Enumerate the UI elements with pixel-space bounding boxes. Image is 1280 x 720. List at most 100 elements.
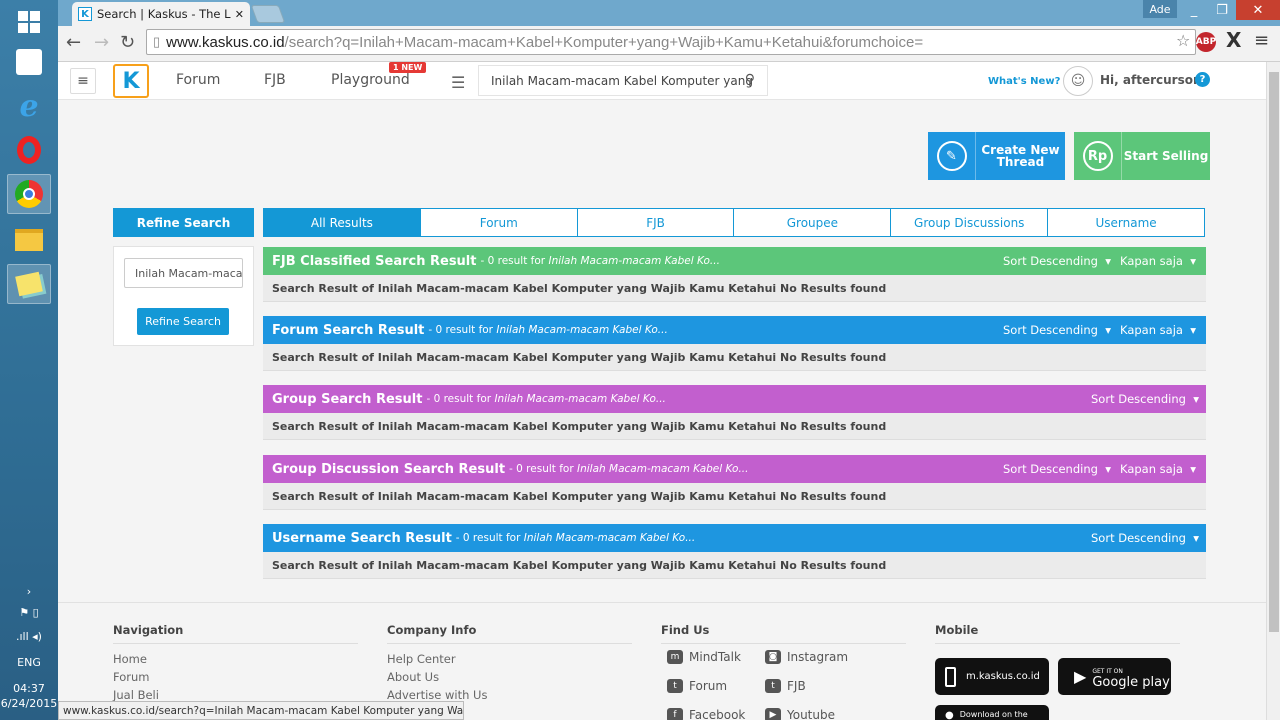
action-center-icon[interactable]: ⚑ ▯ bbox=[0, 606, 58, 619]
page-scrollbar[interactable] bbox=[1266, 62, 1280, 720]
tab-groupee[interactable]: Groupee bbox=[733, 209, 890, 236]
whats-new-link[interactable]: What's New? bbox=[988, 76, 1060, 87]
sort-dropdown[interactable]: Sort Descending ▾ bbox=[1003, 323, 1111, 337]
browser-chrome: K Search | Kaskus - The Larg ✕ Ade _ ❐ ✕… bbox=[58, 0, 1280, 62]
list-menu-icon[interactable]: ☰ bbox=[451, 73, 465, 92]
internet-explorer-icon[interactable]: e bbox=[7, 86, 51, 126]
result-body: Search Result of Inilah Macam-macam Kabe… bbox=[263, 344, 1206, 371]
pencil-icon: ✎ bbox=[928, 132, 976, 180]
result-header: Forum Search Result - 0 result for Inila… bbox=[263, 316, 1206, 344]
start-button[interactable] bbox=[7, 2, 51, 42]
clock-date[interactable]: 6/24/2015 bbox=[0, 697, 58, 710]
file-explorer-icon[interactable] bbox=[7, 220, 51, 260]
result-header: FJB Classified Search Result - 0 result … bbox=[263, 247, 1206, 275]
footer-link-about[interactable]: About Us bbox=[387, 670, 632, 688]
reload-icon[interactable]: ↻ bbox=[120, 32, 135, 53]
tab-fjb[interactable]: FJB bbox=[576, 209, 734, 236]
footer-heading: Navigation bbox=[113, 623, 358, 644]
result-title: Username Search Result bbox=[272, 530, 452, 546]
search-icon[interactable]: ⚲ bbox=[745, 72, 755, 88]
chrome-menu-icon[interactable]: ≡ bbox=[1254, 30, 1269, 51]
app-store-button[interactable]: ● Download on the bbox=[935, 705, 1049, 720]
google-play-button[interactable]: ▶ GET IT ON Google play bbox=[1058, 658, 1171, 695]
time-dropdown[interactable]: Kapan saja ▾ bbox=[1120, 323, 1196, 337]
social-fjb-twitter[interactable]: t FJB bbox=[765, 679, 806, 693]
new-tab-button[interactable] bbox=[250, 5, 286, 23]
extension-x-icon[interactable]: X bbox=[1226, 28, 1241, 52]
result-body: Search Result of Inilah Macam-macam Kabe… bbox=[263, 275, 1206, 302]
facebook-icon: f bbox=[667, 708, 683, 720]
phone-icon bbox=[945, 666, 956, 687]
kaskus-logo-icon[interactable]: K bbox=[113, 64, 149, 98]
help-icon[interactable]: ? bbox=[1195, 72, 1210, 87]
sort-dropdown[interactable]: Sort Descending ▾ bbox=[1003, 254, 1111, 268]
tab-all-results[interactable]: All Results bbox=[264, 209, 420, 236]
tab-group-discussions[interactable]: Group Discussions bbox=[890, 209, 1047, 236]
profile-name[interactable]: Ade bbox=[1143, 0, 1177, 18]
network-volume-icon[interactable]: .ıll ◂) bbox=[0, 630, 58, 643]
forward-icon[interactable]: → bbox=[94, 32, 109, 53]
back-icon[interactable]: ← bbox=[66, 32, 81, 53]
minimize-icon[interactable]: _ bbox=[1180, 0, 1208, 20]
bookmark-star-icon[interactable]: ☆ bbox=[1176, 31, 1190, 50]
nav-forum[interactable]: Forum bbox=[176, 72, 220, 88]
scrollbar-thumb[interactable] bbox=[1269, 72, 1279, 632]
tab-close-icon[interactable]: ✕ bbox=[235, 8, 244, 21]
social-forum-twitter[interactable]: t Forum bbox=[667, 679, 727, 693]
clock-time[interactable]: 04:37 bbox=[0, 682, 58, 695]
start-selling-button[interactable]: Rp Start Selling bbox=[1074, 132, 1210, 180]
time-dropdown[interactable]: Kapan saja ▾ bbox=[1120, 462, 1196, 476]
sort-dropdown[interactable]: Sort Descending ▾ bbox=[1003, 462, 1111, 476]
nav-fjb[interactable]: FJB bbox=[264, 72, 286, 88]
sort-dropdown[interactable]: Sort Descending ▾ bbox=[1091, 392, 1199, 406]
refine-search-button[interactable]: Refine Search bbox=[137, 308, 229, 335]
language-indicator[interactable]: ENG bbox=[0, 656, 58, 669]
user-greeting[interactable]: Hi, aftercursor bbox=[1100, 73, 1199, 87]
result-header: Group Search Result - 0 result for Inila… bbox=[263, 385, 1206, 413]
window-controls: _ ❐ ✕ bbox=[1180, 0, 1280, 20]
social-mindtalk[interactable]: m MindTalk bbox=[667, 650, 741, 664]
tab-username[interactable]: Username bbox=[1047, 209, 1204, 236]
apps-tile-icon[interactable] bbox=[7, 42, 51, 82]
google-play-icon: ▶ bbox=[1074, 667, 1087, 686]
opera-icon[interactable] bbox=[7, 130, 51, 170]
address-bar[interactable]: ▯ www.kaskus.co.id/search?q=Inilah+Macam… bbox=[146, 29, 1196, 55]
footer-link-forum[interactable]: Forum bbox=[113, 670, 358, 688]
sort-dropdown[interactable]: Sort Descending ▾ bbox=[1091, 531, 1199, 545]
refine-search-input[interactable]: Inilah Macam-macam bbox=[124, 258, 243, 288]
url-host: www.kaskus.co.id bbox=[166, 33, 285, 51]
windows-taskbar: e › ⚑ ▯ .ıll ◂) ENG 04:37 6/24/2015 bbox=[0, 0, 58, 720]
header-search-input[interactable]: Inilah Macam-macam Kabel Komputer yang ⚲ bbox=[478, 65, 768, 96]
menu-toggle-icon[interactable]: ≡ bbox=[70, 68, 96, 94]
social-facebook[interactable]: f Facebook bbox=[667, 708, 745, 720]
chrome-icon[interactable] bbox=[7, 174, 51, 214]
footer-link-help[interactable]: Help Center bbox=[387, 652, 632, 670]
social-youtube[interactable]: ▶ Youtube bbox=[765, 708, 835, 720]
sticky-notes-icon[interactable] bbox=[7, 264, 51, 304]
nav-playground[interactable]: Playground bbox=[331, 72, 410, 88]
tray-expand-icon[interactable]: › bbox=[0, 585, 58, 598]
close-window-icon[interactable]: ✕ bbox=[1236, 0, 1280, 20]
result-tabs: All Results Forum FJB Groupee Group Disc… bbox=[263, 208, 1205, 237]
page-content: ≡ K Forum FJB Playground 1 NEW ☰ Inilah … bbox=[58, 62, 1266, 720]
social-instagram[interactable]: ◙ Instagram bbox=[765, 650, 848, 664]
mobile-site-button[interactable]: m.kaskus.co.id bbox=[935, 658, 1049, 695]
tab-title: Search | Kaskus - The Larg bbox=[97, 7, 231, 21]
adblock-plus-icon[interactable]: ABP bbox=[1196, 32, 1216, 52]
footer-link-home[interactable]: Home bbox=[113, 652, 358, 670]
user-avatar[interactable]: ☺ bbox=[1063, 66, 1093, 96]
browser-toolbar: ← → ↻ ▯ www.kaskus.co.id/search?q=Inilah… bbox=[58, 26, 1280, 62]
tab-forum[interactable]: Forum bbox=[419, 209, 577, 236]
result-body: Search Result of Inilah Macam-macam Kabe… bbox=[263, 413, 1206, 440]
result-count: - 0 result for Inilah Macam-macam Kabel … bbox=[509, 463, 749, 475]
restore-icon[interactable]: ❐ bbox=[1208, 0, 1236, 20]
header-search-value: Inilah Macam-macam Kabel Komputer yang bbox=[491, 73, 753, 88]
result-count: - 0 result for Inilah Macam-macam Kabel … bbox=[455, 532, 696, 544]
browser-tab[interactable]: K Search | Kaskus - The Larg ✕ bbox=[72, 2, 250, 26]
result-header: Group Discussion Search Result - 0 resul… bbox=[263, 455, 1206, 483]
time-dropdown[interactable]: Kapan saja ▾ bbox=[1120, 254, 1196, 268]
mindtalk-icon: m bbox=[667, 650, 683, 664]
result-count: - 0 result for Inilah Macam-macam Kabel … bbox=[426, 393, 666, 405]
footer-heading: Find Us bbox=[661, 623, 906, 644]
create-thread-button[interactable]: ✎ Create New Thread bbox=[928, 132, 1065, 180]
